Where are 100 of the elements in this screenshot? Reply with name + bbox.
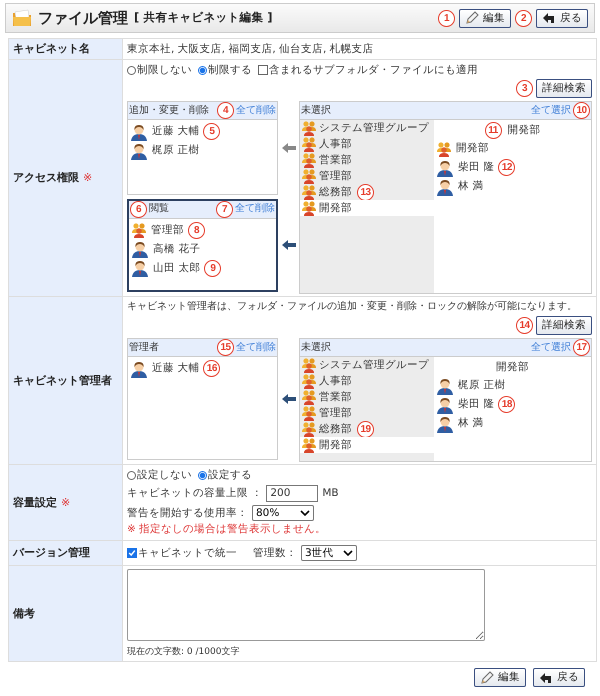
group-item[interactable]: 管理部 bbox=[300, 168, 434, 184]
person-icon bbox=[436, 158, 454, 176]
group-item[interactable]: システム管理グループ bbox=[300, 120, 434, 136]
group-icon bbox=[301, 405, 317, 421]
select-all-link[interactable]: 全て選択 bbox=[531, 104, 571, 116]
clear-all-link[interactable]: 全て削除 bbox=[235, 203, 275, 215]
group-icon bbox=[301, 389, 317, 405]
user-name: 柴田 隆 bbox=[458, 398, 494, 411]
callout-number: 2 bbox=[515, 10, 532, 26]
dropdown[interactable]: 3世代 bbox=[301, 545, 357, 561]
user-name: 高橋 花子 bbox=[153, 242, 200, 256]
group-item[interactable]: 人事部 bbox=[300, 373, 434, 389]
character-counter: 現在の文字数: 0 /1000文字 bbox=[127, 647, 240, 659]
list-title: 閲覧 bbox=[149, 203, 169, 215]
group-item[interactable]: 総務部 19 bbox=[300, 421, 434, 437]
callout-number: 16 bbox=[203, 360, 220, 377]
radio-button[interactable] bbox=[198, 66, 207, 74]
return-arrow-icon bbox=[539, 672, 553, 684]
required-mark: ※ bbox=[83, 171, 92, 185]
move-left-button[interactable] bbox=[282, 240, 296, 250]
callout-number: 12 bbox=[498, 159, 516, 176]
group-icon bbox=[301, 357, 317, 373]
field-label: 管理数： bbox=[253, 546, 297, 560]
group-icon bbox=[436, 140, 452, 156]
radio-button[interactable] bbox=[127, 66, 136, 74]
callout-number: 1 bbox=[438, 10, 455, 26]
group-icon bbox=[301, 437, 317, 453]
radio-label: 制限する bbox=[208, 64, 252, 76]
chevron-down-icon bbox=[343, 550, 353, 556]
member-list[interactable]: 管理者 15 全て削除 近藤 大輔 16 bbox=[127, 338, 278, 460]
radio-label: 制限しない bbox=[137, 64, 192, 76]
group-item[interactable]: 管理部 bbox=[300, 405, 434, 421]
clear-all-link[interactable]: 全て削除 bbox=[236, 104, 276, 116]
person-icon bbox=[130, 142, 148, 160]
back-button[interactable]: 戻る bbox=[536, 8, 588, 28]
pencil-icon bbox=[465, 11, 479, 25]
radio-button[interactable] bbox=[127, 470, 136, 480]
callout-number: 19 bbox=[357, 420, 374, 438]
edit-button[interactable]: 編集 bbox=[459, 8, 511, 28]
back-button[interactable]: 戻る bbox=[533, 668, 585, 687]
search-button[interactable]: 詳細検索 bbox=[536, 316, 592, 335]
group-icon bbox=[301, 152, 317, 168]
unit-label: MB bbox=[322, 486, 339, 500]
person-icon bbox=[436, 414, 454, 432]
group-item[interactable]: 営業部 bbox=[300, 152, 434, 168]
group-icon bbox=[301, 421, 317, 437]
select-all-link[interactable]: 全て選択 bbox=[531, 342, 571, 354]
member-list[interactable]: 追加・変更・削除 4 全て削除 近藤 大輔 5 梶原 正樹 bbox=[127, 101, 278, 194]
list-title: 管理者 bbox=[129, 342, 159, 354]
group-heading: 開発部 bbox=[496, 361, 529, 374]
field-label: 容量設定 bbox=[13, 496, 57, 510]
radio-button[interactable] bbox=[198, 470, 207, 480]
field-label: 警告を開始する使用率： bbox=[127, 506, 248, 520]
input-field[interactable]: 200 bbox=[266, 484, 318, 502]
clear-all-link[interactable]: 全て削除 bbox=[236, 342, 276, 354]
user-name: 近藤 大輔 bbox=[152, 125, 200, 138]
search-button[interactable]: 詳細検索 bbox=[536, 79, 592, 98]
group-item[interactable]: 営業部 bbox=[300, 389, 434, 405]
checkbox[interactable] bbox=[258, 65, 268, 75]
move-left-button[interactable] bbox=[282, 142, 296, 153]
dropdown[interactable]: 80% bbox=[252, 505, 314, 521]
group-icon bbox=[301, 168, 317, 184]
callout-number: 6 bbox=[130, 200, 147, 218]
field-label: アクセス権限 bbox=[13, 171, 79, 185]
warning-text: ※ 指定なしの場合は警告表示しません。 bbox=[127, 523, 328, 537]
folder-icon bbox=[12, 9, 32, 27]
callout-number: 3 bbox=[516, 80, 533, 97]
field-label: バージョン管理 bbox=[13, 546, 90, 560]
text-area[interactable] bbox=[127, 569, 485, 641]
callout-number: 13 bbox=[357, 184, 374, 200]
user-name: 柴田 隆 bbox=[458, 161, 494, 174]
user-name: 梶原 正樹 bbox=[458, 379, 506, 392]
member-list[interactable]: 6 閲覧 7 全て削除 管理部 8 高橋 花子 山田 太郎 9 bbox=[127, 198, 278, 292]
page-subtitle: [ 共有キャビネット編集 ] bbox=[134, 11, 273, 25]
left-arrow-icon bbox=[282, 394, 296, 404]
callout-number: 15 bbox=[217, 339, 234, 356]
list-title: 未選択 bbox=[301, 342, 331, 354]
group-icon bbox=[301, 136, 317, 152]
callout-number: 5 bbox=[203, 123, 220, 140]
edit-button[interactable]: 編集 bbox=[474, 668, 526, 687]
callout-number: 10 bbox=[573, 102, 590, 119]
checkbox[interactable] bbox=[127, 548, 137, 558]
required-mark: ※ bbox=[61, 496, 70, 510]
callout-number: 8 bbox=[188, 222, 205, 238]
chevron-down-icon bbox=[300, 510, 310, 516]
group-icon bbox=[301, 373, 317, 389]
group-item[interactable]: システム管理グループ bbox=[300, 357, 434, 373]
callout-number: 4 bbox=[217, 102, 234, 119]
person-icon bbox=[130, 360, 148, 378]
person-icon bbox=[436, 396, 454, 414]
person-icon bbox=[436, 178, 454, 196]
group-item[interactable]: 総務部 13 bbox=[300, 184, 434, 200]
person-icon bbox=[436, 376, 454, 394]
return-arrow-icon bbox=[542, 12, 556, 24]
group-item[interactable]: 人事部 bbox=[300, 136, 434, 152]
checkmark-icon bbox=[128, 548, 136, 558]
list-title: 未選択 bbox=[301, 104, 331, 116]
callout-number: 11 bbox=[484, 122, 502, 139]
left-arrow-icon bbox=[282, 142, 296, 153]
move-left-button[interactable] bbox=[282, 394, 296, 404]
